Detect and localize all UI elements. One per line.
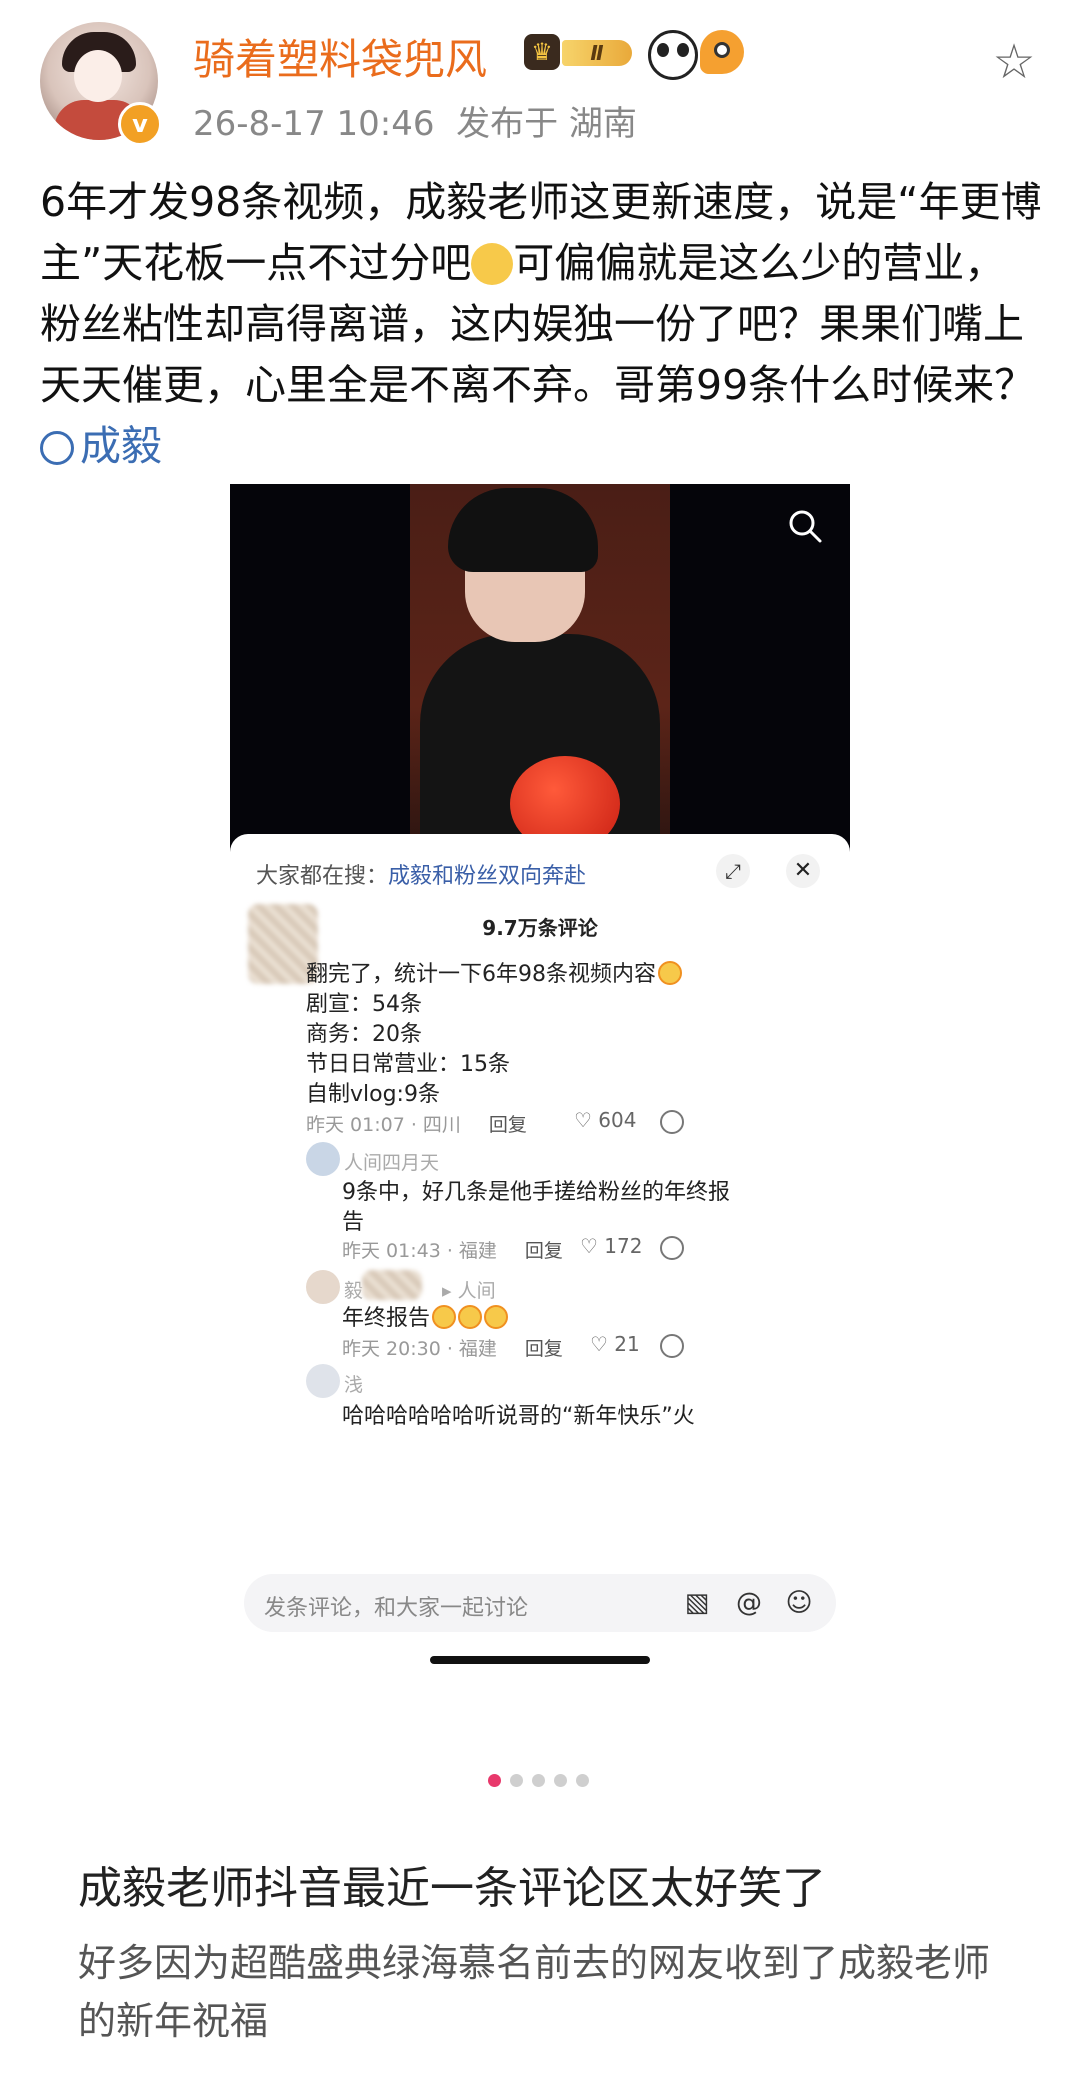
commenter-name[interactable]: 浅 <box>344 1370 363 1397</box>
crying-emoji-icon <box>484 1305 509 1329</box>
expand-icon[interactable]: ⤢ <box>716 854 750 888</box>
avatar-face <box>74 50 122 102</box>
username[interactable]: 骑着塑料袋兜风 <box>193 26 487 87</box>
emoji-icon[interactable]: ☺ <box>782 1586 816 1620</box>
comment-line: 翻完了，统计一下6年98条视频内容 <box>306 956 682 988</box>
reply-button[interactable]: 回复 <box>525 1338 563 1360</box>
portrait-hair <box>448 488 598 572</box>
commenter-avatar[interactable] <box>306 1142 340 1176</box>
comment-line: 9条中，好几条是他手搓给粉丝的年终报 <box>342 1180 730 1205</box>
carousel-dot[interactable] <box>554 1774 567 1787</box>
fish-emoji-icon <box>700 30 744 74</box>
comment-line: 节日日常营业：15条 <box>306 1052 510 1077</box>
comment-input-placeholder: 发条评论，和大家一起讨论 <box>264 1596 529 1621</box>
like-button[interactable]: ♡ 21 <box>590 1332 640 1356</box>
carousel-dot[interactable] <box>488 1774 501 1787</box>
commenter-avatar[interactable] <box>306 1364 340 1398</box>
comment-meta: 昨天 01:07 · 四川 回复 <box>306 1114 527 1136</box>
close-icon[interactable]: ✕ <box>786 854 820 888</box>
sad-face-emoji-icon <box>471 243 514 285</box>
commenter-name[interactable]: 人间四月天 <box>344 1148 439 1175</box>
comment-line: 哈哈哈哈哈哈听说哥的“新年快乐”火 <box>342 1404 695 1429</box>
level-badge[interactable]: ♛ Ⅱ <box>524 34 636 70</box>
embedded-screenshot[interactable]: 大家都在搜：成毅和粉丝双向奔赴 ⤢ ✕ 9.7万条评论 翻完了，统计一下6年98… <box>230 484 850 1684</box>
comment-line: 商务：20条 <box>306 1022 422 1047</box>
image-caption-title: 成毅老师抖音最近一条评论区太好笑了 <box>78 1863 826 1914</box>
reply-button[interactable]: 回复 <box>525 1240 563 1262</box>
like-count: 172 <box>604 1234 643 1258</box>
reply-button[interactable]: 回复 <box>489 1114 527 1136</box>
level-number: Ⅱ <box>562 40 632 66</box>
dislike-icon[interactable] <box>660 1334 684 1358</box>
topic-label: 成毅 <box>80 422 162 470</box>
image-caption-desc: 好多因为超酷盛典绿海慕名前去的网友收到了成毅老师的新年祝福 <box>78 1941 991 2043</box>
crying-emoji-icon <box>658 961 682 985</box>
comment-meta: 昨天 20:30 · 福建 回复 <box>342 1338 563 1360</box>
carousel-dot[interactable] <box>532 1774 545 1787</box>
comment-line: 年终报告 <box>342 1300 509 1332</box>
comment-line: 自制vlog:9条 <box>306 1082 440 1107</box>
comment-meta: 昨天 01:43 · 福建 回复 <box>342 1240 563 1262</box>
star-favorite-icon[interactable]: ☆ <box>988 36 1040 88</box>
carousel-dot[interactable] <box>510 1774 523 1787</box>
search-icon[interactable] <box>785 506 825 546</box>
home-indicator <box>430 1656 650 1664</box>
post-timestamp: 26-8-17 10:46 <box>193 104 435 144</box>
dislike-icon[interactable] <box>660 1110 684 1134</box>
blurred-name <box>362 1270 422 1300</box>
like-button[interactable]: ♡ 604 <box>574 1108 636 1132</box>
crying-emoji-icon <box>432 1305 457 1329</box>
post-meta: 26-8-17 10:46 发布于 湖南 <box>193 96 637 145</box>
video-thumbnail[interactable] <box>230 484 850 854</box>
like-button[interactable]: ♡ 172 <box>580 1234 642 1258</box>
comment-panel: 大家都在搜：成毅和粉丝双向奔赴 ⤢ ✕ 9.7万条评论 翻完了，统计一下6年98… <box>230 834 850 1684</box>
image-icon[interactable]: ▧ <box>680 1586 714 1620</box>
hot-search-keyword[interactable]: 成毅和粉丝双向奔赴 <box>388 864 586 889</box>
comment-line: 告 <box>342 1210 365 1235</box>
carousel-dot[interactable] <box>576 1774 589 1787</box>
crying-emoji-icon <box>458 1305 483 1329</box>
post-text: 6年才发98条视频，成毅老师这更新速度，说是“年更博主”天花板一点不过分吧 可偏偏… <box>40 172 1045 477</box>
commenter-name[interactable]: 毅 <box>344 1276 363 1303</box>
like-count: 604 <box>598 1108 637 1132</box>
comment-count: 9.7万条评论 <box>482 916 598 940</box>
hot-search-prefix: 大家都在搜： <box>256 864 389 889</box>
hot-search-line[interactable]: 大家都在搜：成毅和粉丝双向奔赴 <box>256 858 586 890</box>
panda-emoji-icon <box>648 30 698 80</box>
reply-to-name[interactable]: ▸ 人间 <box>442 1276 496 1303</box>
like-count: 21 <box>614 1332 640 1356</box>
video-portrait <box>410 484 670 854</box>
comment-input[interactable]: 发条评论，和大家一起讨论 ▧ @ ☺ <box>244 1574 836 1632</box>
topic-link[interactable]: 成毅 <box>40 422 162 470</box>
dislike-icon[interactable] <box>660 1236 684 1260</box>
comment-line: 剧宣：54条 <box>306 992 422 1017</box>
mention-icon[interactable]: @ <box>732 1586 766 1620</box>
post-location: 发布于 湖南 <box>456 104 637 144</box>
verified-badge-icon: v <box>118 102 162 146</box>
carousel-dots[interactable] <box>488 1774 598 1788</box>
topic-icon <box>40 431 74 465</box>
crown-icon: ♛ <box>524 34 560 70</box>
commenter-avatar[interactable] <box>306 1270 340 1304</box>
